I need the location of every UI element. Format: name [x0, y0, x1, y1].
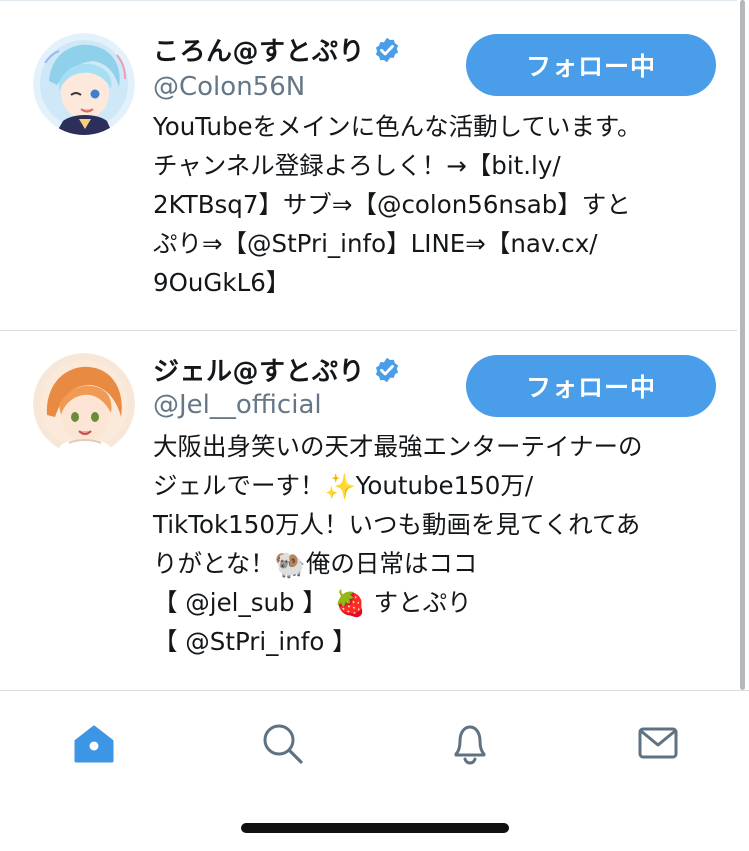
avatar[interactable]	[33, 33, 135, 135]
avatar[interactable]	[33, 353, 135, 455]
avatar-illustration	[33, 33, 135, 135]
top-divider	[0, 0, 737, 1]
bio-line: ぷり⇒【@StPri_info】LINE⇒【nav.cx/	[153, 229, 598, 258]
scrollbar[interactable]	[740, 0, 745, 690]
bio: 大阪出身笑いの天才最強エンターテイナーの ジェルでーす！✨Youtube150万…	[153, 427, 718, 661]
bio-line: 9OuGkL6】	[153, 268, 291, 297]
bio-line: 2KTBsq7】サブ⇒【@colon56nsab】すと	[153, 190, 631, 219]
bio-text: 俺の日常はココ	[305, 549, 478, 578]
handle[interactable]: @Jel__official	[153, 390, 322, 420]
strawberry-icon: 🍓	[334, 589, 366, 618]
bio-line: ジェルでーす！✨Youtube150万/	[153, 466, 718, 505]
tab-home[interactable]	[70, 719, 118, 767]
handle[interactable]: @Colon56N	[153, 72, 305, 102]
sheep-icon: 🐏	[274, 550, 306, 579]
bio: YouTubeをメインに色んな活動しています。 チャンネル登録よろしく！→【bi…	[153, 107, 718, 302]
display-name[interactable]: ジェル@すとぷり	[153, 351, 365, 388]
bio-line: TikTok150万人！いつも動画を見てくれてあ	[153, 510, 641, 539]
avatar-illustration	[33, 353, 135, 455]
verified-badge-icon	[373, 356, 401, 384]
search-icon	[263, 724, 303, 764]
tab-messages[interactable]	[634, 719, 682, 767]
bell-icon	[454, 725, 486, 765]
tab-search[interactable]	[258, 719, 306, 767]
bio-line: チャンネル登録よろしく！→【bit.ly/	[153, 151, 561, 180]
user-card-colon[interactable]: ころん@すとぷり @Colon56N フォロー中 YouTubeをメインに色んな…	[0, 8, 737, 330]
bio-line: 【 @StPri_info 】	[153, 627, 357, 656]
bio-text: すとぷり	[365, 588, 472, 617]
tab-notifications[interactable]	[446, 719, 494, 767]
bio-text: 【 @jel_sub 】	[153, 588, 335, 617]
bio-text: りがとな！	[153, 549, 275, 578]
following-button[interactable]: フォロー中	[466, 34, 716, 96]
following-button[interactable]: フォロー中	[466, 355, 716, 417]
bio-line: りがとな！🐏俺の日常はココ	[153, 544, 718, 583]
bio-text: ジェルでーす！	[153, 471, 325, 500]
bio-line: YouTubeをメインに色んな活動しています。	[153, 112, 642, 141]
sparkles-icon: ✨	[324, 472, 356, 501]
name-row[interactable]: ジェル@すとぷり	[153, 351, 401, 388]
home-icon	[74, 725, 114, 763]
bio-line: 大阪出身笑いの天才最強エンターテイナーの	[153, 432, 643, 461]
user-card-jel[interactable]: ジェル@すとぷり @Jel__official フォロー中 大阪出身笑いの天才最…	[0, 331, 737, 689]
home-indicator[interactable]	[241, 823, 509, 833]
bio-line: 【 @jel_sub 】 🍓 すとぷり	[153, 583, 718, 622]
verified-badge-icon	[373, 36, 401, 64]
envelope-icon	[638, 727, 678, 759]
name-row[interactable]: ころん@すとぷり	[153, 31, 401, 68]
bio-text: Youtube150万/	[355, 471, 534, 500]
display-name[interactable]: ころん@すとぷり	[153, 31, 365, 68]
